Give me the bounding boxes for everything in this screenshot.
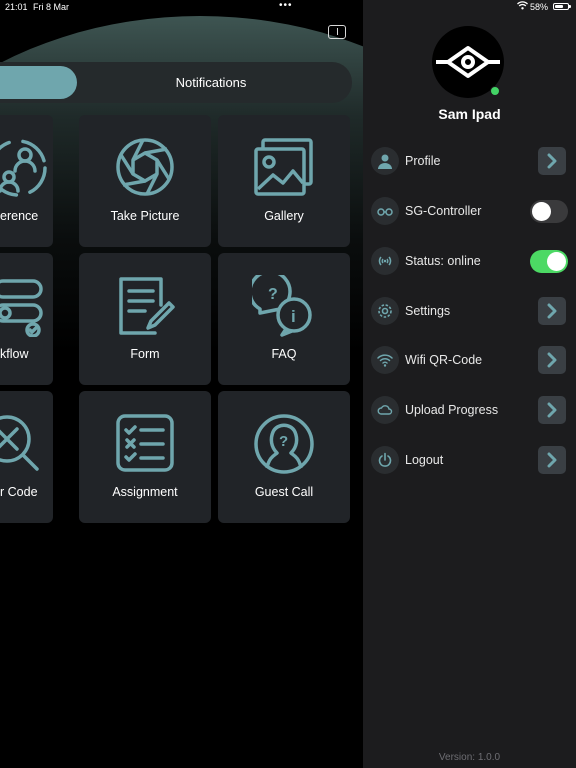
camera-aperture-icon (116, 138, 174, 196)
sg-controller-toggle[interactable] (530, 200, 568, 223)
cloud-icon (371, 396, 399, 424)
assignment-icon (116, 414, 174, 472)
tab-notifications[interactable]: Notifications (97, 62, 325, 103)
tile-form[interactable]: Form (79, 253, 211, 385)
menu-item-logout[interactable]: Logout (370, 446, 570, 476)
user-icon (371, 147, 399, 175)
svg-text:i: i (291, 307, 296, 326)
guest-call-icon: ? (254, 414, 314, 474)
svg-text:?: ? (268, 286, 278, 303)
battery-icon (553, 3, 571, 10)
user-name: Sam Ipad (438, 106, 501, 122)
power-icon (371, 446, 399, 474)
tile-faq[interactable]: ? i FAQ (218, 253, 350, 385)
tile-assignment[interactable]: Assignment (79, 391, 211, 523)
segmented-tabs: Notifications (0, 62, 352, 103)
glasses-icon (371, 197, 399, 225)
tile-workflow[interactable]: kflow (0, 253, 53, 385)
status-date: Fri 8 Mar (33, 2, 69, 12)
menu-item-settings[interactable]: Settings (370, 297, 570, 327)
menu-item-sg-controller: SG-Controller (370, 197, 570, 227)
menu-label: Status: online (405, 254, 481, 268)
tile-label: Take Picture (110, 209, 180, 223)
faq-icon: ? i (252, 275, 312, 337)
tile-gallery[interactable]: Gallery (218, 115, 350, 247)
tile-label: r Code (0, 485, 38, 499)
wifi-icon (371, 346, 399, 374)
workflow-icon (0, 279, 43, 337)
svg-text:?: ? (279, 433, 288, 450)
tile-conference[interactable]: erence (0, 115, 53, 247)
app-version: Version: 1.0.0 (438, 752, 501, 763)
online-status-dot (490, 86, 500, 96)
chevron-right-icon[interactable] (538, 297, 566, 325)
menu-item-profile[interactable]: Profile (370, 147, 570, 177)
wifi-status-icon (517, 1, 528, 12)
broadcast-icon (371, 247, 399, 275)
gear-icon (371, 297, 399, 325)
menu-item-wifi-qr[interactable]: Wifi QR-Code (370, 346, 570, 376)
chevron-right-icon[interactable] (538, 446, 566, 474)
conference-icon (0, 139, 47, 197)
tab-active[interactable] (0, 66, 77, 99)
menu-label: Profile (405, 154, 441, 168)
menu-label: Wifi QR-Code (405, 353, 483, 367)
battery-percent: 58% (530, 2, 549, 12)
tile-label: Assignment (112, 485, 178, 499)
status-bar: 21:01 Fri 8 Mar ••• 58% (0, 0, 576, 16)
tile-label: erence (0, 209, 39, 223)
menu-item-status: Status: online (370, 247, 570, 277)
main-screen: Notifications erence Take Picture Galler… (0, 0, 363, 768)
form-icon (119, 277, 175, 335)
tile-label: Guest Call (254, 485, 314, 499)
tile-qr-code[interactable]: r Code (0, 391, 53, 523)
chevron-right-icon[interactable] (538, 346, 566, 374)
sidebar-toggle-icon[interactable] (328, 25, 346, 39)
menu-label: SG-Controller (405, 204, 482, 218)
chevron-right-icon[interactable] (538, 147, 566, 175)
tile-label: Form (130, 347, 160, 361)
gallery-icon (254, 138, 313, 196)
qr-search-icon (0, 415, 39, 471)
menu-item-upload-progress[interactable]: Upload Progress (370, 396, 570, 426)
tile-label: Gallery (264, 209, 304, 223)
menu-label: Logout (405, 453, 444, 467)
multitasking-dots[interactable]: ••• (279, 0, 293, 11)
chevron-right-icon[interactable] (538, 396, 566, 424)
tile-label: kflow (0, 347, 29, 361)
tile-take-picture[interactable]: Take Picture (79, 115, 211, 247)
status-time: 21:01 (5, 2, 28, 12)
tile-guest-call[interactable]: ? Guest Call (218, 391, 350, 523)
status-online-toggle[interactable] (530, 250, 568, 273)
menu-label: Settings (405, 304, 451, 318)
menu-label: Upload Progress (405, 403, 499, 417)
tile-label: FAQ (271, 347, 297, 361)
